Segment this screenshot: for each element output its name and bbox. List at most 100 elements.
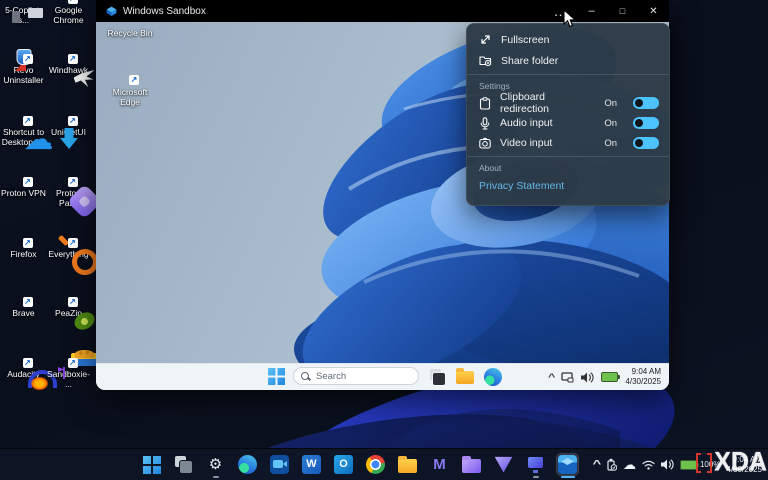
proton-vpn-button[interactable] — [492, 453, 515, 476]
windows-logo-icon — [142, 455, 161, 474]
sandbox-time: 9:04 AM — [631, 367, 661, 376]
desktop-icon-shortcut-to-desktop[interactable]: ☁ ↗ Shortcut to Desktop (... — [1, 116, 54, 155]
sandbox-desktop-icon-label: Microsoft Edge — [112, 87, 148, 108]
menu-toggle-video-input: Video input On — [467, 133, 669, 153]
desktop-icon-label: Brave — [12, 308, 35, 318]
proton-mail-button[interactable]: M — [428, 453, 451, 476]
proton-mail-icon: M — [433, 456, 446, 473]
outlook-icon: O — [334, 455, 353, 474]
edge-button[interactable] — [484, 368, 502, 386]
monitor-app-button[interactable] — [524, 453, 547, 476]
shortcut-arrow-icon: ↗ — [67, 177, 78, 187]
shortcut-arrow-icon: ↗ — [67, 116, 78, 126]
toggle-label: Video input — [500, 137, 553, 149]
network-display-icon[interactable] — [561, 371, 574, 383]
desktop-icon-proton-pass[interactable]: ↗ Proton Pass — [46, 177, 102, 220]
sandbox-desktop-icon-label: Recycle Bin — [107, 28, 153, 38]
window-title: Windows Sandbox — [123, 5, 206, 17]
shortcut-arrow-icon: ↗ — [22, 177, 33, 187]
file-explorer-icon — [398, 456, 417, 473]
maximize-button[interactable]: □ — [607, 0, 638, 22]
edge-button-host[interactable] — [236, 453, 259, 476]
desktop-icon-copilot-screenshot[interactable]: 5-Copilot-s... — [1, 3, 46, 25]
chrome-button[interactable] — [364, 453, 387, 476]
taskbar-app-dark-squares[interactable] — [428, 368, 446, 386]
share-folder-icon — [479, 56, 492, 67]
desktop-icon-peazip[interactable]: ↗ PeaZip — [46, 297, 98, 333]
privacy-statement-link[interactable]: Privacy Statement — [467, 175, 669, 197]
clipboard-icon — [479, 96, 491, 110]
outlook-button[interactable]: O — [332, 453, 355, 476]
proton-vpn-icon — [494, 456, 513, 473]
toggle-state-text: On — [604, 137, 617, 149]
windows-sandbox-app-icon — [106, 6, 117, 16]
desktop-icon-firefox[interactable]: ↗ Firefox — [1, 238, 46, 259]
shortcut-arrow-icon: ↗ — [67, 297, 78, 307]
audio-toggle-switch[interactable] — [633, 117, 659, 129]
host-taskbar: ⚙ W O M ^ ☁ 100% 9:04 AM 4/30/2025 — [0, 448, 768, 480]
desktop-icon-windhawk[interactable]: ↗ Windhawk — [46, 54, 95, 87]
usb-safely-remove-icon[interactable] — [606, 458, 617, 471]
desktop-icon-everything[interactable]: ↗ Everything — [46, 234, 98, 275]
minimize-button[interactable]: – — [576, 0, 607, 22]
gear-icon: ⚙ — [208, 456, 223, 473]
chrome-icon — [366, 455, 385, 474]
monitor-app-icon — [526, 455, 545, 474]
search-input[interactable]: Search — [293, 367, 419, 385]
word-button[interactable]: W — [300, 453, 323, 476]
shortcut-arrow-icon: ↗ — [22, 297, 33, 307]
tray-chevron-up-icon[interactable]: ^ — [548, 372, 555, 382]
screen: 5-Copilot-s... ↗ Google Chrome ↗ Revo Un… — [0, 0, 768, 480]
menu-divider — [467, 156, 669, 157]
file-explorer-button-host[interactable] — [396, 453, 419, 476]
desktop-icon-brave[interactable]: ↗ Brave — [1, 297, 46, 318]
host-clock[interactable]: 9:04 AM 4/30/2025 — [726, 455, 762, 475]
desktop-icon-proton-vpn[interactable]: ↗ Proton VPN — [1, 177, 46, 198]
desktop-icon-sandboxie[interactable]: ↗ Sandboxie-... — [46, 350, 98, 389]
sandbox-desktop-icon-microsoft-edge[interactable]: ↗ Microsoft Edge — [103, 75, 157, 108]
host-start-button[interactable] — [140, 453, 163, 476]
word-icon: W — [302, 455, 321, 474]
windows-sandbox-taskbar-button[interactable] — [556, 453, 579, 476]
start-button[interactable] — [268, 368, 285, 385]
task-view-button[interactable] — [172, 453, 195, 476]
speaker-icon[interactable] — [660, 459, 674, 470]
settings-button[interactable]: ⚙ — [204, 453, 227, 476]
mouse-cursor — [563, 9, 577, 28]
menu-section-about: About — [479, 163, 502, 173]
clipboard-toggle-switch[interactable] — [633, 97, 659, 109]
sandbox-clock[interactable]: 9:04 AM 4/30/2025 — [625, 367, 661, 387]
desktop-icon-unigetui[interactable]: ↗ UniGetUI — [46, 116, 91, 149]
sandbox-date: 4/30/2025 — [625, 377, 661, 386]
wifi-icon[interactable] — [642, 460, 655, 470]
menu-item-label: Fullscreen — [501, 33, 550, 46]
desktop-icon-revo-uninstaller[interactable]: ↗ Revo Uninstaller — [1, 49, 46, 85]
speaker-icon[interactable] — [581, 371, 595, 383]
menu-item-share-folder[interactable]: Share folder — [467, 50, 669, 71]
battery-percent: 100% — [699, 460, 721, 469]
tray-chevron-up-icon[interactable]: ^ — [593, 459, 602, 470]
shortcut-arrow-icon: ↗ — [22, 116, 33, 126]
desktop-icon-label: Firefox — [10, 249, 37, 259]
task-view-icon — [174, 455, 193, 474]
battery-icon[interactable] — [679, 459, 699, 470]
sandbox-desktop-icon-recycle-bin[interactable]: ♻ Recycle Bin — [103, 25, 157, 38]
video-toggle-switch[interactable] — [633, 137, 659, 149]
host-time: 9:04 AM — [732, 454, 762, 464]
file-explorer-button[interactable] — [456, 368, 474, 384]
microphone-icon — [480, 116, 490, 129]
shortcut-arrow-icon: ↗ — [67, 238, 78, 248]
shortcut-arrow-icon: ↗ — [129, 75, 139, 85]
menu-item-fullscreen[interactable]: Fullscreen — [467, 29, 669, 50]
close-button[interactable]: ✕ — [638, 0, 669, 22]
desktop-icon-google-chrome[interactable]: ↗ Google Chrome — [46, 0, 91, 25]
camera-app-button[interactable] — [268, 453, 291, 476]
toggle-label: Clipboard redirection — [500, 91, 550, 115]
onedrive-cloud-icon[interactable]: ☁ — [623, 458, 636, 471]
windows-sandbox-icon — [558, 455, 577, 474]
desktop-icon-audacity[interactable]: ↗ Audacity — [1, 358, 57, 390]
shortcut-arrow-icon: ↗ — [67, 54, 78, 64]
proton-drive-button[interactable] — [460, 453, 483, 476]
battery-icon[interactable] — [601, 372, 621, 382]
sandbox-options-menu: Fullscreen Share folder Settings Clipboa… — [466, 23, 670, 206]
